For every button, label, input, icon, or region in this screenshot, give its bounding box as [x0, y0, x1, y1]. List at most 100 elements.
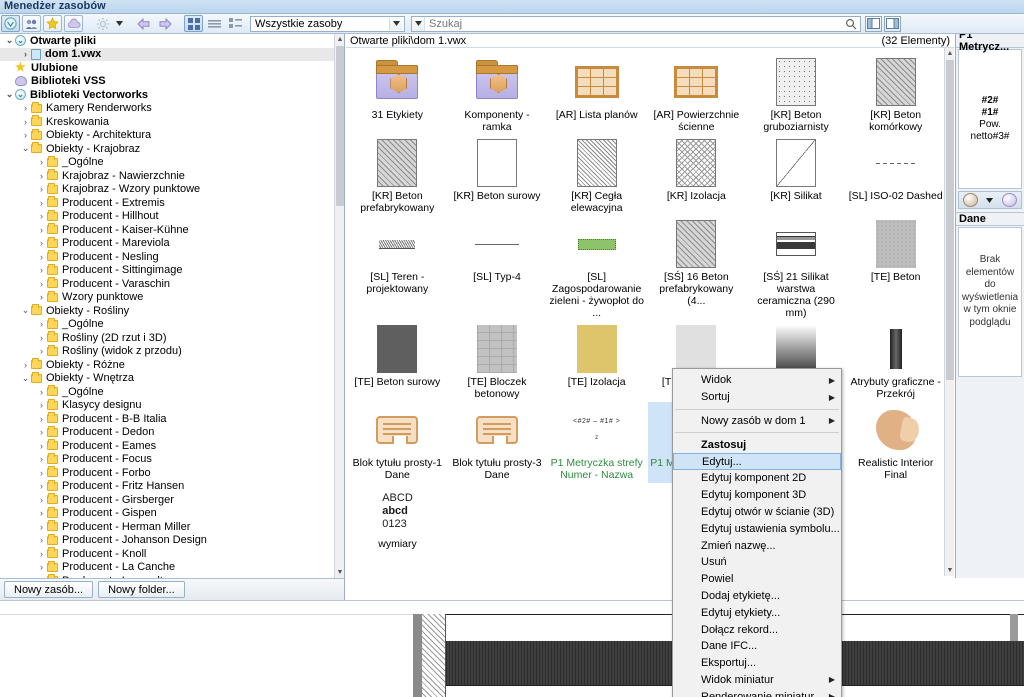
chevron-right-icon[interactable]: ›	[36, 319, 47, 329]
resource-item[interactable]: [SŚ] 21 Silikat warstwa ceramiczna (290 …	[748, 216, 845, 321]
chevron-right-icon[interactable]: ›	[36, 198, 47, 208]
resource-item[interactable]: [TE] Beton surowy	[349, 321, 446, 402]
drawing-canvas[interactable]	[0, 600, 1024, 697]
resource-item[interactable]: [SŚ] 16 Beton prefabrykowany (4...	[648, 216, 745, 321]
chevron-down-icon[interactable]: ⌄	[20, 143, 31, 154]
light-mode-icon[interactable]	[1001, 193, 1017, 207]
chevron-right-icon[interactable]: ›	[36, 252, 47, 262]
chevron-down-icon[interactable]	[389, 17, 403, 30]
resource-item[interactable]: [TE] Beton	[847, 216, 944, 321]
chevron-right-icon[interactable]: ›	[36, 535, 47, 545]
resource-item[interactable]: <#2# – #1# > z P1 Metryczka strefy Numer -…	[548, 402, 645, 483]
chevron-down-icon[interactable]: ⌄	[20, 305, 31, 316]
chevron-right-icon[interactable]: ›	[36, 279, 47, 289]
search-icon[interactable]	[842, 18, 860, 30]
chevron-right-icon[interactable]: ›	[36, 184, 47, 194]
render-mode-icon[interactable]	[963, 193, 979, 207]
chevron-right-icon[interactable]: ›	[20, 360, 31, 370]
view-list-icon[interactable]	[205, 15, 224, 32]
context-menu-item[interactable]: Renderowanie miniatur ▶	[673, 688, 841, 697]
chevron-right-icon[interactable]: ›	[36, 225, 47, 235]
chevron-right-icon[interactable]: ›	[36, 238, 47, 248]
chevron-right-icon[interactable]: ›	[36, 387, 47, 397]
tree-item[interactable]: › Producent - Herman Miller	[0, 520, 335, 534]
chevron-right-icon[interactable]: ›	[36, 346, 47, 356]
tree-item[interactable]: › Obiekty - Różne	[0, 358, 335, 372]
resource-item[interactable]: [KR] Beton komórkowy	[847, 54, 944, 135]
chevron-right-icon[interactable]: ›	[36, 468, 47, 478]
chevron-down-icon[interactable]: ⌄	[20, 373, 31, 384]
tree-item[interactable]: › Kreskowania	[0, 115, 335, 129]
tree-item[interactable]: › Rośliny (2D rzut i 3D)	[0, 331, 335, 345]
tree-item[interactable]: › Producent - Hillhout	[0, 209, 335, 224]
tree-scroll-thumb[interactable]	[336, 46, 344, 206]
context-menu-item[interactable]: Usuń	[673, 554, 841, 571]
chevron-down-icon[interactable]: ⌄	[4, 35, 15, 46]
resource-item[interactable]: [KR] Silikat	[748, 135, 845, 216]
context-menu-item[interactable]: Sortuj ▶	[673, 389, 841, 406]
context-menu-item[interactable]: Dołącz rekord...	[673, 621, 841, 638]
right-pane-toggle[interactable]	[884, 15, 901, 32]
context-menu-item[interactable]: Edytuj...	[673, 453, 841, 470]
context-menu-item[interactable]: Zastosuj	[673, 436, 841, 453]
tree-item[interactable]: ⌄ Obiekty - Rośliny	[0, 304, 335, 318]
tree-item[interactable]: › Producent - B-B Italia	[0, 412, 335, 426]
grid-scroll-down-icon[interactable]: ▼	[945, 565, 954, 576]
tree-item[interactable]: › _Ogólne	[0, 155, 335, 170]
tree-item[interactable]: › Producent - Extremis	[0, 196, 335, 210]
resource-item[interactable]: [KR] Cegła elewacyjna	[548, 135, 645, 216]
context-menu-item[interactable]: Edytuj komponent 3D	[673, 487, 841, 504]
tree-item[interactable]: › Krajobraz - Wzory punktowe	[0, 182, 335, 197]
render-dropdown-arrow-icon[interactable]	[986, 194, 994, 206]
forward-arrow-icon[interactable]	[155, 15, 174, 32]
scroll-up-icon[interactable]: ▲	[335, 34, 344, 45]
resource-item[interactable]: [SL] Zagospodarowanie zieleni - żywopłot…	[548, 216, 645, 321]
vectorworks-libraries-icon[interactable]	[1, 15, 20, 32]
chevron-right-icon[interactable]: ›	[20, 49, 31, 59]
left-pane-toggle[interactable]	[865, 15, 882, 32]
resource-item[interactable]: ABCD abcd 0123 wymiary	[349, 483, 446, 552]
tree-item[interactable]: › _Ogólne	[0, 317, 335, 332]
grid-scrollbar[interactable]: ▲ ▼	[944, 48, 954, 576]
resource-item[interactable]: Atrybuty graficzne - Przekrój	[847, 321, 944, 402]
view-details-icon[interactable]	[226, 15, 245, 32]
user-libraries-icon[interactable]	[22, 15, 41, 32]
settings-gear-icon[interactable]	[93, 15, 112, 32]
tree-item[interactable]: › Producent - Gispen	[0, 506, 335, 521]
tree-item[interactable]: › Producent - Forbo	[0, 466, 335, 480]
resource-item[interactable]: [KR] Izolacja	[648, 135, 745, 216]
chevron-right-icon[interactable]: ›	[36, 562, 47, 572]
tree-item[interactable]: › Klasycy designu	[0, 398, 335, 413]
cloud-libraries-icon[interactable]	[64, 15, 83, 32]
chevron-right-icon[interactable]: ›	[36, 549, 47, 559]
resource-tree[interactable]: ⌄ ⌄ Otwarte pliki › dom 1.vwx ★ Ulubione Biblio…	[0, 34, 335, 578]
chevron-right-icon[interactable]: ›	[36, 400, 47, 410]
chevron-right-icon[interactable]: ›	[36, 454, 47, 464]
tree-item[interactable]: › _Ogólne	[0, 385, 335, 399]
tree-item[interactable]: › Producent - Eames	[0, 439, 335, 453]
chevron-right-icon[interactable]: ›	[36, 265, 47, 275]
tree-item[interactable]: › Obiekty - Architektura	[0, 128, 335, 143]
tree-item[interactable]: › Producent - Dedon	[0, 425, 335, 440]
context-menu-item[interactable]: Edytuj komponent 2D	[673, 470, 841, 487]
resource-item[interactable]: [KR] Beton surowy	[449, 135, 546, 216]
tree-item[interactable]: › Producent - Sittingimage	[0, 263, 335, 278]
chevron-right-icon[interactable]: ›	[36, 333, 47, 343]
chevron-right-icon[interactable]: ›	[36, 481, 47, 491]
tree-item[interactable]: › Producent - Varaschin	[0, 277, 335, 291]
tree-item[interactable]: ⌄ Obiekty - Krajobraz	[0, 142, 335, 156]
resource-filter-select[interactable]: Wszystkie zasoby	[250, 15, 405, 32]
tree-item[interactable]: › Producent - Mareviola	[0, 236, 335, 251]
tree-item[interactable]: › Producent - Kaiser-Kühne	[0, 223, 335, 237]
context-menu-item[interactable]: Widok miniatur ▶	[673, 672, 841, 689]
context-menu-item[interactable]: Edytuj otwór w ścianie (3D)	[673, 504, 841, 521]
scroll-down-icon[interactable]: ▼	[335, 567, 344, 578]
tree-item[interactable]: › Producent - Knoll	[0, 547, 335, 561]
tree-item[interactable]: ⌄ Obiekty - Wnętrza	[0, 371, 335, 386]
favorites-star-icon[interactable]	[43, 15, 62, 32]
tree-item[interactable]: Biblioteki VSS	[0, 75, 335, 89]
tree-item[interactable]: › Producent - Nesling	[0, 250, 335, 264]
resource-grid[interactable]: 31 Etykiety Komponenty - ramka [AR] Lista …	[346, 48, 944, 576]
chevron-right-icon[interactable]: ›	[20, 103, 31, 113]
resource-item[interactable]: Komponenty - ramka	[449, 54, 546, 135]
